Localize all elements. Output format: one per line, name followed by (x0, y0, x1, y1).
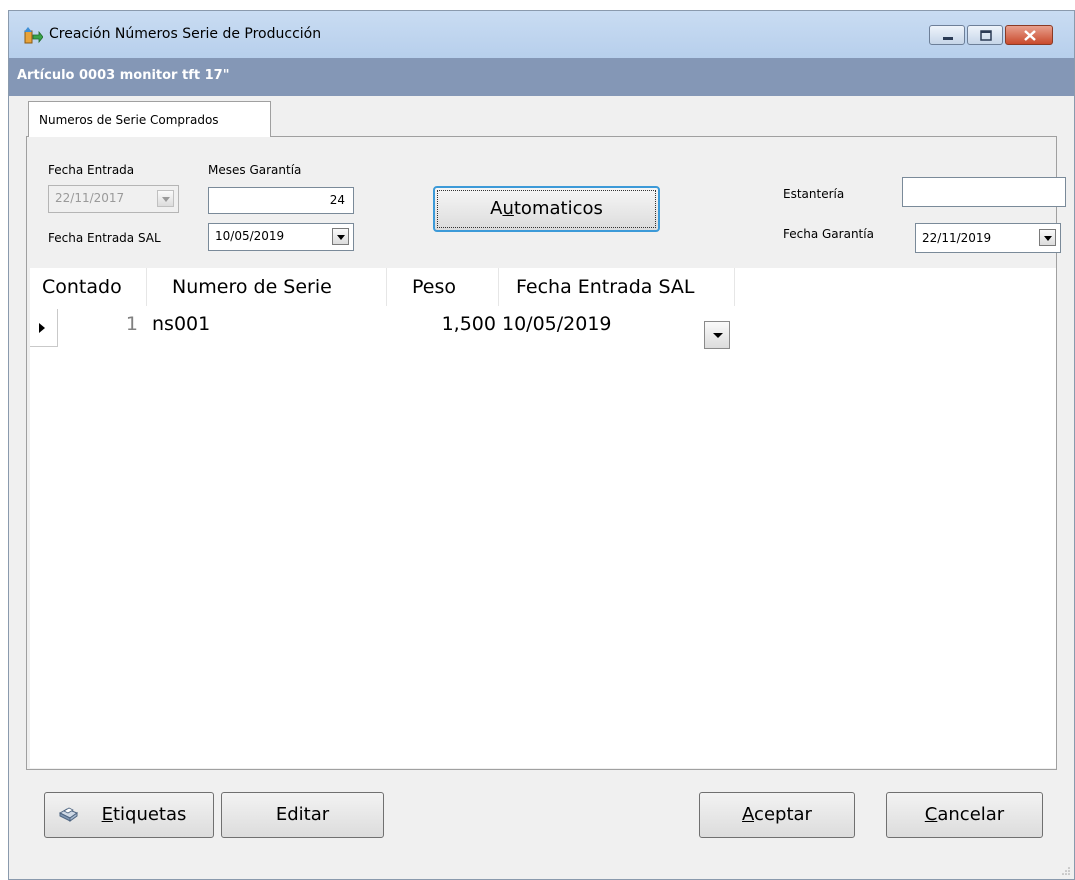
column-header-fecha-entrada-sal[interactable]: Fecha Entrada SAL (516, 268, 735, 306)
cancelar-mnemonic: C (924, 804, 938, 825)
fecha-entrada-field: 22/11/2017 (48, 185, 179, 213)
tab-numeros-serie-comprados[interactable]: Numeros de Serie Comprados (28, 101, 271, 137)
editar-button[interactable]: Editar (221, 792, 384, 838)
etiquetas-mnemonic: E (101, 804, 113, 825)
aceptar-button[interactable]: Aceptar (699, 792, 855, 838)
maximize-icon (980, 30, 992, 41)
current-row-indicator[interactable] (30, 309, 58, 347)
editar-label: Editar (275, 804, 330, 825)
column-header-numero-serie[interactable]: Numero de Serie (172, 268, 387, 306)
etiquetas-label: tiquetas (112, 804, 187, 825)
etiquetas-button[interactable]: Etiquetas (44, 792, 214, 838)
column-header-peso[interactable]: Peso (412, 268, 499, 306)
estanteria-field[interactable] (902, 177, 1066, 207)
resize-grip-icon[interactable] (1061, 866, 1071, 876)
article-title: Artículo 0003 monitor tft 17" (17, 68, 230, 83)
fecha-entrada-sal-dropdown-icon[interactable] (332, 228, 349, 245)
fecha-garantia-field[interactable]: 22/11/2019 (915, 223, 1061, 253)
title-bar[interactable]: Creación Números Serie de Producción (9, 11, 1074, 58)
fecha-entrada-sal-label: Fecha Entrada SAL (48, 231, 161, 245)
fecha-entrada-label: Fecha Entrada (48, 163, 135, 177)
fecha-garantia-dropdown-icon[interactable] (1039, 229, 1056, 246)
cancelar-button[interactable]: Cancelar (886, 792, 1043, 838)
aceptar-label: ceptar (754, 804, 812, 825)
close-button[interactable] (1005, 25, 1053, 45)
window-title: Creación Números Serie de Producción (49, 26, 322, 42)
fecha-garantia-value: 22/11/2019 (922, 231, 992, 245)
automaticos-button[interactable]: Automaticos (433, 186, 660, 232)
meses-garantia-value: 24 (329, 193, 345, 207)
maximize-button[interactable] (967, 25, 1003, 45)
column-header-contado[interactable]: Contado (42, 268, 147, 306)
fecha-entrada-sal-field[interactable]: 10/05/2019 (208, 223, 354, 251)
minimize-icon (943, 37, 953, 40)
fecha-entrada-value: 22/11/2017 (55, 191, 125, 205)
focus-rect (437, 190, 656, 228)
article-header: Artículo 0003 monitor tft 17" (9, 58, 1074, 96)
serial-numbers-grid[interactable]: Contado Numero de Serie Peso Fecha Entra… (30, 268, 1056, 768)
cell-dropdown-icon[interactable] (704, 321, 730, 349)
fecha-entrada-sal-value: 10/05/2019 (215, 229, 285, 243)
minimize-button[interactable] (929, 25, 965, 45)
cell-peso[interactable]: 1,500 (410, 309, 496, 339)
cancelar-label: ancelar (937, 804, 1005, 825)
estanteria-label: Estantería (783, 187, 845, 201)
cell-contado[interactable]: 1 (70, 309, 138, 339)
close-icon (1024, 30, 1036, 41)
fecha-entrada-dropdown-icon (157, 190, 174, 207)
app-icon (24, 27, 43, 44)
aceptar-mnemonic: A (742, 804, 755, 825)
cell-fecha-entrada-sal[interactable]: 10/05/2019 (502, 309, 612, 339)
meses-garantia-label: Meses Garantía (208, 163, 302, 177)
cell-numero-serie[interactable]: ns001 (152, 309, 210, 339)
printer-icon (58, 807, 79, 822)
fecha-garantia-label: Fecha Garantía (783, 227, 874, 241)
meses-garantia-field[interactable]: 24 (208, 187, 354, 214)
tab-label: Numeros de Serie Comprados (39, 113, 219, 127)
